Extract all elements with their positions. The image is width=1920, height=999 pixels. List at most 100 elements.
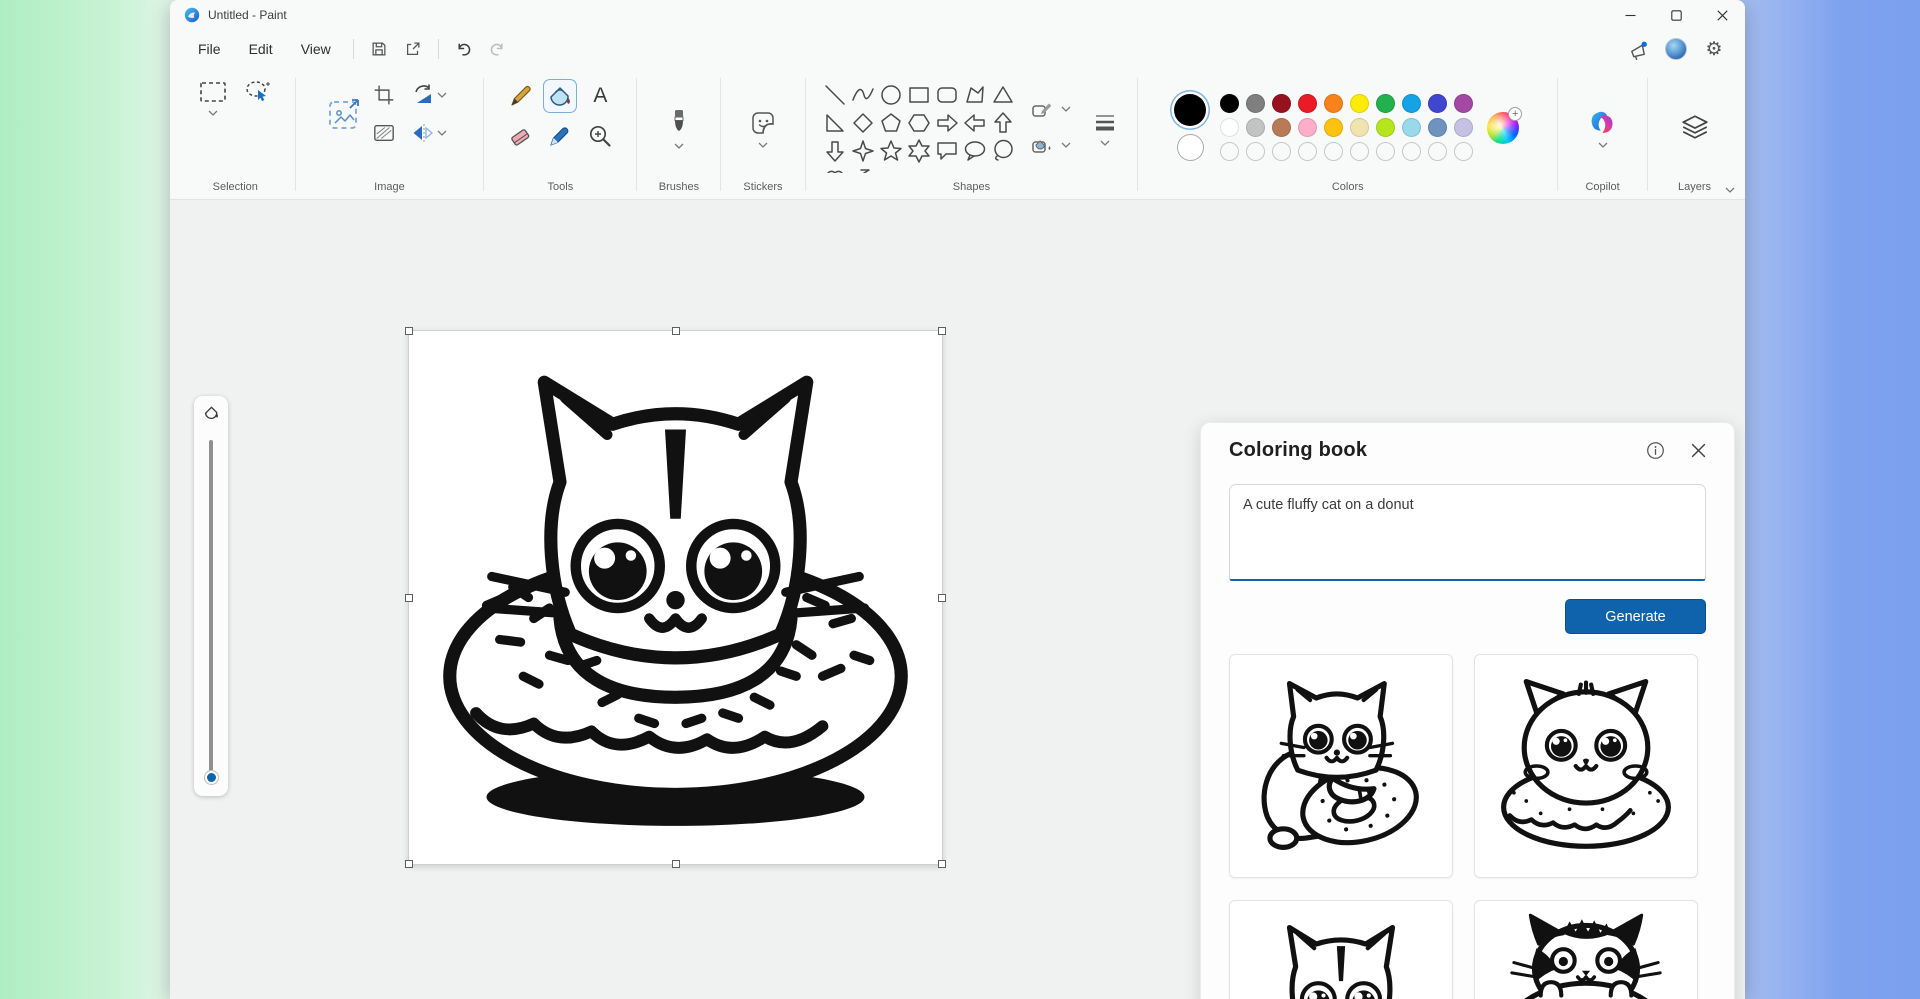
result-thumbnail-4[interactable] xyxy=(1474,900,1698,999)
announcements-button[interactable] xyxy=(1621,34,1655,64)
menu-edit[interactable]: Edit xyxy=(235,36,287,62)
pencil-tool-button[interactable] xyxy=(504,80,536,112)
result-thumbnail-1[interactable] xyxy=(1229,654,1453,878)
background-color-swatch[interactable] xyxy=(1177,134,1204,161)
color-swatch[interactable] xyxy=(1220,118,1239,137)
color-swatch[interactable] xyxy=(1324,118,1343,137)
fill-tool-button[interactable] xyxy=(544,80,576,112)
color-swatch[interactable] xyxy=(1350,94,1369,113)
custom-color-slot[interactable] xyxy=(1350,142,1369,161)
color-swatch[interactable] xyxy=(1454,94,1473,113)
custom-color-slot[interactable] xyxy=(1246,142,1265,161)
shape-polygon[interactable] xyxy=(967,87,983,102)
save-button[interactable] xyxy=(362,34,396,64)
result-thumbnail-2[interactable] xyxy=(1474,654,1698,878)
resize-button[interactable] xyxy=(323,93,365,135)
stickers-button[interactable] xyxy=(746,106,780,140)
shape-fill-button[interactable] xyxy=(1027,130,1057,160)
chevron-down-icon[interactable] xyxy=(1061,106,1071,112)
custom-color-slot[interactable] xyxy=(1454,142,1473,161)
shape-rectangle[interactable] xyxy=(910,88,928,102)
shape-speech-bubble[interactable] xyxy=(938,143,956,159)
shape-hexagon[interactable] xyxy=(909,115,929,131)
shape-oval-speech-bubble[interactable] xyxy=(966,142,985,160)
color-swatch[interactable] xyxy=(1402,118,1421,137)
chevron-down-icon[interactable] xyxy=(1100,140,1110,146)
selection-handle-middle-right[interactable] xyxy=(938,594,946,602)
slider-thumb[interactable] xyxy=(205,771,218,784)
eraser-tool-button[interactable] xyxy=(504,120,536,152)
selection-handle-bottom-center[interactable] xyxy=(672,860,680,868)
foreground-color-swatch[interactable] xyxy=(1174,94,1206,126)
chevron-down-icon[interactable] xyxy=(758,142,768,148)
chevron-down-icon[interactable] xyxy=(1598,142,1608,148)
shape-diamond[interactable] xyxy=(854,114,872,132)
selection-handle-bottom-left[interactable] xyxy=(405,860,413,868)
collapse-ribbon-chevron[interactable] xyxy=(1725,187,1735,193)
color-swatch[interactable] xyxy=(1376,94,1395,113)
shape-oval[interactable] xyxy=(882,86,900,104)
undo-button[interactable] xyxy=(447,34,481,64)
color-swatch[interactable] xyxy=(1428,118,1447,137)
shape-rounded-rectangle[interactable] xyxy=(938,88,956,102)
custom-color-slot[interactable] xyxy=(1220,142,1239,161)
custom-color-slot[interactable] xyxy=(1428,142,1447,161)
custom-color-slot[interactable] xyxy=(1402,142,1421,161)
chevron-down-icon[interactable] xyxy=(1061,142,1071,148)
text-tool-button[interactable]: A xyxy=(590,81,610,111)
selection-handle-middle-left[interactable] xyxy=(405,594,413,602)
custom-color-slot[interactable] xyxy=(1324,142,1343,161)
shape-thought-bubble[interactable] xyxy=(995,141,1012,161)
shape-arrow-right[interactable] xyxy=(938,115,957,131)
shape-right-triangle[interactable] xyxy=(827,115,843,131)
selection-handle-top-left[interactable] xyxy=(405,327,413,335)
maximize-button[interactable] xyxy=(1653,0,1699,30)
shape-line[interactable] xyxy=(826,86,844,104)
settings-button[interactable]: ⚙ xyxy=(1697,34,1731,64)
edit-colors-button[interactable]: + xyxy=(1487,110,1521,144)
shape-arrow-down[interactable] xyxy=(827,142,843,161)
account-avatar[interactable] xyxy=(1665,38,1687,60)
magnifier-tool-button[interactable] xyxy=(584,120,616,152)
menu-file[interactable]: File xyxy=(184,36,235,62)
crop-button[interactable] xyxy=(369,80,399,110)
shape-four-point-star[interactable] xyxy=(853,141,873,161)
custom-color-slot[interactable] xyxy=(1272,142,1291,161)
chevron-down-icon[interactable] xyxy=(674,143,684,149)
color-swatch[interactable] xyxy=(1220,94,1239,113)
shapes-gallery[interactable] xyxy=(821,81,1017,173)
close-panel-icon[interactable] xyxy=(1691,443,1706,458)
flip-button[interactable] xyxy=(408,118,450,148)
result-thumbnail-3[interactable] xyxy=(1229,900,1453,999)
chevron-down-icon[interactable] xyxy=(208,110,218,116)
copilot-button[interactable] xyxy=(1586,106,1620,140)
minimize-button[interactable] xyxy=(1607,0,1653,30)
custom-color-slot[interactable] xyxy=(1298,142,1317,161)
prompt-input[interactable]: A cute fluffy cat on a donut xyxy=(1229,484,1706,581)
shape-heart-partial[interactable] xyxy=(828,171,842,173)
generate-button[interactable]: Generate xyxy=(1565,599,1706,634)
color-swatch[interactable] xyxy=(1246,118,1265,137)
rect-select-button[interactable] xyxy=(195,76,231,108)
shape-arrow-up[interactable] xyxy=(995,113,1011,132)
close-button[interactable] xyxy=(1699,0,1745,30)
shape-five-point-star[interactable] xyxy=(881,141,901,160)
eyedropper-tool-button[interactable] xyxy=(544,120,576,152)
color-swatch[interactable] xyxy=(1272,94,1291,113)
selection-handle-top-right[interactable] xyxy=(938,327,946,335)
shape-six-point-star[interactable] xyxy=(909,140,929,162)
color-swatch[interactable] xyxy=(1324,94,1343,113)
shape-triangle[interactable] xyxy=(994,87,1012,102)
share-button[interactable] xyxy=(396,34,430,64)
rotate-button[interactable] xyxy=(408,80,450,110)
shape-lightning-partial[interactable] xyxy=(861,170,869,173)
color-swatch[interactable] xyxy=(1428,94,1447,113)
color-swatch[interactable] xyxy=(1350,118,1369,137)
shape-outline-button[interactable] xyxy=(1027,94,1057,124)
shape-pentagon[interactable] xyxy=(882,114,900,131)
color-swatch[interactable] xyxy=(1376,118,1395,137)
brushes-button[interactable] xyxy=(663,105,695,141)
slider-track[interactable] xyxy=(209,440,213,778)
free-select-button[interactable] xyxy=(241,76,275,108)
color-swatch[interactable] xyxy=(1246,94,1265,113)
